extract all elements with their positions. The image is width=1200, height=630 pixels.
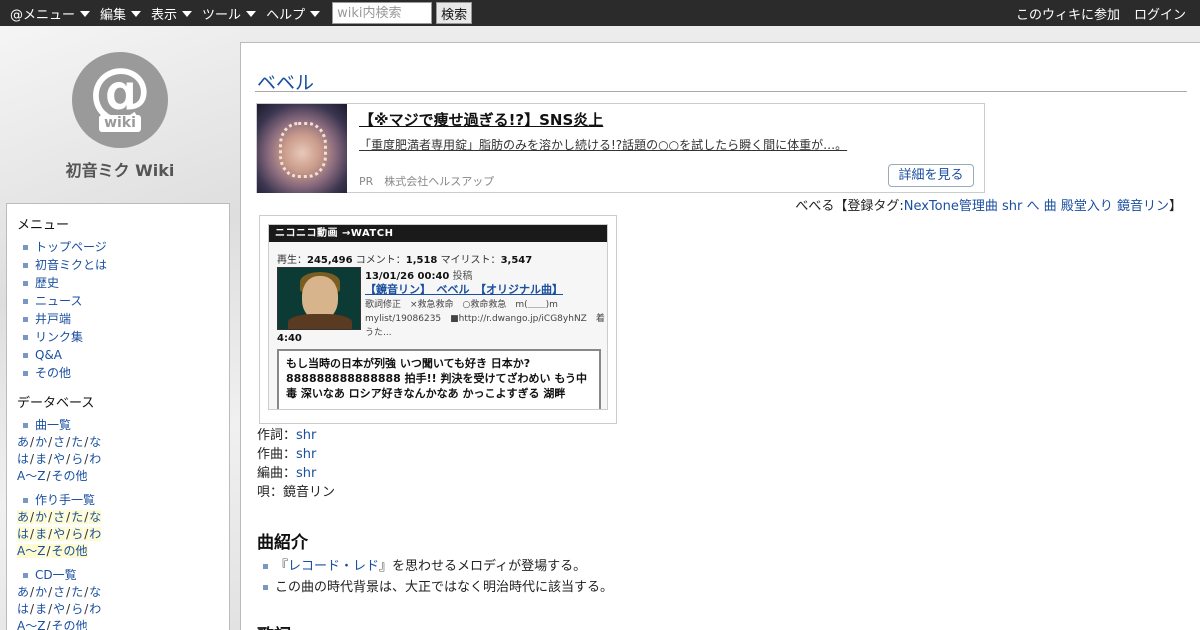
ad-description[interactable]: 「重度肥満者専用錠」脂肪のみを溶かし続ける!?話題の○○を試したら瞬く間に体重が…	[359, 136, 847, 153]
ad-headline[interactable]: 【※マジで痩せ過ぎる!?】SNS炎上	[359, 109, 603, 130]
chevron-down-icon	[182, 11, 193, 17]
intro-item: 『レコード・レド』を思わせるメロディが登場する。	[263, 556, 613, 577]
niconico-header[interactable]: ニコニコ動画 →WATCH	[269, 225, 607, 242]
sidebar-item-qa: Q&A	[23, 346, 219, 364]
title-divider	[255, 91, 1187, 92]
credits: 作詞：shr 作曲：shr 編曲：shr 唄：鏡音リン	[257, 426, 335, 502]
credit-arrangement: 編曲：shr	[257, 466, 317, 481]
sidebar-item-top: トップページ	[23, 238, 219, 256]
cd-kana-index: あ/か/さ/た/な は/ま/や/ら/わ A～Z/その他	[17, 585, 102, 630]
site-title[interactable]: 初音ミク Wiki	[0, 157, 240, 181]
sidebar: メニュー トップページ 初音ミクとは 歴史 ニュース 井戸端 リンク集 Q&A …	[6, 203, 230, 630]
tag-song[interactable]: 曲	[1044, 199, 1057, 214]
logo-at-mark: @	[89, 53, 151, 127]
sidebar-item-cd: CD一覧	[23, 566, 219, 584]
creators-list: 作り手一覧	[23, 491, 219, 509]
join-wiki-link[interactable]: このウィキに参加	[1016, 4, 1120, 23]
tag-he[interactable]: へ	[1027, 199, 1040, 214]
video-thumbnail[interactable]	[277, 267, 361, 330]
top-bar: @メニュー 編集 表示 ツール ヘルプ 検索 このウィキに参加 ログイン	[0, 0, 1200, 26]
tag-kagamine-rin[interactable]: 鏡音リン	[1117, 199, 1169, 214]
songs-kana-index: あ/か/さ/た/な は/ま/や/ら/わ A～Z/その他	[17, 435, 102, 483]
tag-shr[interactable]: shr	[1002, 199, 1022, 214]
sidebar-menu-heading: メニュー	[17, 218, 70, 233]
sidebar-item-idobata: 井戸端	[23, 310, 219, 328]
video-description: 歌詞修正 ×救急救命 ○救命救急 m(＿＿)m mylist/19086235 …	[365, 300, 605, 338]
chevron-down-icon	[246, 11, 257, 17]
sidebar-item-history: 歴史	[23, 274, 219, 292]
comment-count: 1,518	[405, 255, 438, 266]
tag-line: べべる【登録タグ:NexTone管理曲 shr へ 曲 殿堂入り 鏡音リン】	[795, 199, 1182, 214]
sidebar-item-other: その他	[23, 364, 219, 382]
sidebar-menu-list: トップページ 初音ミクとは 歴史 ニュース 井戸端 リンク集 Q&A その他	[23, 238, 219, 382]
sidebar-item-news: ニュース	[23, 292, 219, 310]
chevron-down-icon	[80, 11, 91, 17]
niconico-embed: ニコニコ動画 →WATCH 再生：245,496 コメント：1,518 マイリス…	[259, 215, 617, 424]
sidebar-item-songs: 曲一覧	[23, 416, 219, 434]
menu-tools[interactable]: ツール	[202, 0, 257, 26]
menu-edit[interactable]: 編集	[100, 0, 142, 26]
comment-preview: もし当時の日本が列強 いつ聞いても好き 日本か? 888888888888888…	[277, 349, 601, 409]
search-button[interactable]: 検索	[436, 2, 473, 24]
login-link[interactable]: ログイン	[1134, 4, 1186, 23]
intro-heading: 曲紹介	[257, 533, 308, 553]
video-length: 4:40	[277, 333, 302, 344]
ad-details-button[interactable]: 詳細を見る	[888, 164, 974, 187]
logo-word: wiki	[99, 114, 141, 132]
search-input[interactable]	[332, 2, 433, 24]
intro-item: この曲の時代背景は、大正ではなく明治時代に該当する。	[263, 577, 613, 598]
credit-vocal: 唄：鏡音リン	[257, 485, 336, 500]
ad-banner[interactable]: 【※マジで痩せ過ぎる!?】SNS炎上 「重度肥満者専用錠」脂肪のみを溶かし続ける…	[256, 103, 985, 193]
sidebar-item-links: リンク集	[23, 328, 219, 346]
sidebar-item-about: 初音ミクとは	[23, 256, 219, 274]
credit-music: 作曲：shr	[257, 447, 317, 462]
sidebar-db-heading: データベース	[17, 396, 95, 411]
lyrics-heading: 歌詞	[257, 621, 291, 630]
menu-help[interactable]: ヘルプ	[266, 0, 321, 26]
mylist-count: 3,547	[500, 255, 533, 266]
view-count: 245,496	[307, 255, 353, 266]
menu-view[interactable]: 表示	[151, 0, 193, 26]
tag-nextone[interactable]: NexTone管理曲	[904, 199, 998, 214]
post-date: 13/01/26 00:40 投稿	[365, 271, 473, 282]
chevron-down-icon	[131, 11, 142, 17]
credit-lyrics: 作詞：shr	[257, 428, 317, 443]
video-stats: 再生：245,496 コメント：1,518 マイリスト：3,547	[277, 255, 533, 266]
video-title-link[interactable]: 【鏡音リン】 ベベル 【オリジナル曲】	[365, 281, 563, 297]
main-content: ベベル 【※マジで痩せ過ぎる!?】SNS炎上 「重度肥満者専用錠」脂肪のみを溶か…	[240, 42, 1200, 630]
top-right-links: このウィキに参加 ログイン	[1016, 4, 1200, 23]
menu-atmenu[interactable]: @メニュー	[10, 0, 91, 26]
creators-kana-index: あ/か/さ/た/な は/ま/や/ら/わ A～Z/その他	[17, 510, 102, 558]
chevron-down-icon	[310, 11, 321, 17]
ad-sponsor: PR 株式会社ヘルスアップ	[359, 175, 495, 188]
atwiki-logo[interactable]: @ wiki	[72, 52, 168, 148]
record-red-link[interactable]: レコード・レド	[288, 559, 379, 574]
ad-image[interactable]	[257, 104, 347, 193]
cd-list: CD一覧	[23, 566, 219, 584]
songs-list: 曲一覧	[23, 416, 219, 434]
niconico-player[interactable]: ニコニコ動画 →WATCH 再生：245,496 コメント：1,518 マイリス…	[268, 224, 608, 410]
sidebar-item-creators: 作り手一覧	[23, 491, 219, 509]
intro-list: 『レコード・レド』を思わせるメロディが登場する。 この曲の時代背景は、大正ではな…	[263, 556, 613, 598]
tag-hall-of-fame[interactable]: 殿堂入り	[1061, 199, 1113, 214]
